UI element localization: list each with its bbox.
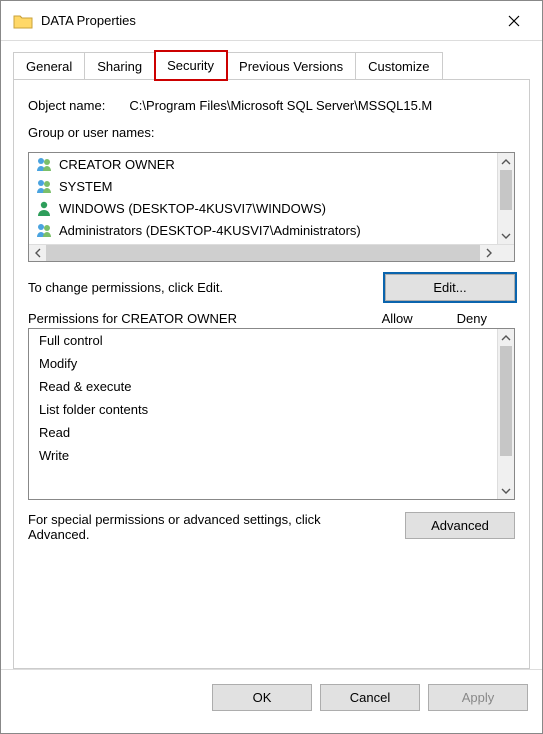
close-icon [508, 15, 520, 27]
security-panel: Object name: C:\Program Files\Microsoft … [13, 79, 530, 669]
scroll-track[interactable] [46, 245, 480, 261]
tab-security[interactable]: Security [155, 51, 227, 80]
tab-strip: General Sharing Security Previous Versio… [13, 51, 530, 79]
tab-general[interactable]: General [13, 52, 85, 80]
apply-button[interactable]: Apply [428, 684, 528, 711]
dialog-content: General Sharing Security Previous Versio… [1, 41, 542, 669]
close-button[interactable] [494, 1, 534, 41]
list-item-label: CREATOR OWNER [59, 157, 175, 172]
scroll-track[interactable] [498, 346, 514, 482]
permissions-for-label: Permissions for CREATOR OWNER [28, 311, 382, 326]
permission-item[interactable]: Modify [29, 352, 497, 375]
group-listbox[interactable]: CREATOR OWNER SYSTEM WINDOWS (DESKTOP-4K… [28, 152, 515, 262]
list-item-label: SYSTEM [59, 179, 112, 194]
advanced-hint: For special permissions or advanced sett… [28, 512, 328, 542]
scroll-thumb[interactable] [500, 170, 512, 210]
scroll-right-icon[interactable] [480, 245, 497, 261]
permission-item[interactable]: Write [29, 444, 497, 467]
group-icon [35, 221, 53, 239]
user-icon [35, 199, 53, 217]
edit-button[interactable]: Edit... [385, 274, 515, 301]
permission-item[interactable]: Full control [29, 329, 497, 352]
permissions-listbox[interactable]: Full control Modify Read & execute List … [28, 328, 515, 500]
list-item[interactable]: CREATOR OWNER [29, 153, 497, 175]
group-label: Group or user names: [28, 125, 515, 140]
cancel-button[interactable]: Cancel [320, 684, 420, 711]
horizontal-scrollbar[interactable] [29, 244, 514, 261]
permission-item[interactable]: Read & execute [29, 375, 497, 398]
list-item-label: WINDOWS (DESKTOP-4KUSVI7\WINDOWS) [59, 201, 326, 216]
dialog-buttons: OK Cancel Apply [1, 669, 542, 725]
folder-icon [13, 13, 33, 29]
list-item-label: Administrators (DESKTOP-4KUSVI7\Administ… [59, 223, 361, 238]
group-list-content: CREATOR OWNER SYSTEM WINDOWS (DESKTOP-4K… [29, 153, 514, 244]
scroll-corner [497, 245, 514, 261]
tab-customize[interactable]: Customize [356, 52, 442, 80]
object-name-row: Object name: C:\Program Files\Microsoft … [28, 98, 515, 113]
scroll-track[interactable] [498, 170, 514, 227]
vertical-scrollbar[interactable] [497, 153, 514, 244]
group-icon [35, 177, 53, 195]
permission-item[interactable]: List folder contents [29, 398, 497, 421]
vertical-scrollbar[interactable] [497, 329, 514, 499]
scroll-thumb[interactable] [500, 346, 512, 456]
scroll-down-icon[interactable] [498, 482, 514, 499]
allow-column-header: Allow [382, 311, 413, 326]
tab-sharing[interactable]: Sharing [85, 52, 155, 80]
ok-button[interactable]: OK [212, 684, 312, 711]
list-item[interactable]: WINDOWS (DESKTOP-4KUSVI7\WINDOWS) [29, 197, 497, 219]
scroll-up-icon[interactable] [498, 329, 514, 346]
object-name-label: Object name: [28, 98, 105, 113]
tab-previous-versions[interactable]: Previous Versions [227, 52, 356, 80]
group-icon [35, 155, 53, 173]
permission-item[interactable]: Read [29, 421, 497, 444]
list-item[interactable]: SYSTEM [29, 175, 497, 197]
scroll-left-icon[interactable] [29, 245, 46, 261]
edit-hint: To change permissions, click Edit. [28, 280, 223, 295]
list-item[interactable]: Administrators (DESKTOP-4KUSVI7\Administ… [29, 219, 497, 241]
window-title: DATA Properties [41, 13, 494, 28]
scroll-down-icon[interactable] [498, 227, 514, 244]
object-name-value: C:\Program Files\Microsoft SQL Server\MS… [129, 98, 515, 113]
titlebar: DATA Properties [1, 1, 542, 41]
advanced-button[interactable]: Advanced [405, 512, 515, 539]
deny-column-header: Deny [457, 311, 487, 326]
scroll-up-icon[interactable] [498, 153, 514, 170]
